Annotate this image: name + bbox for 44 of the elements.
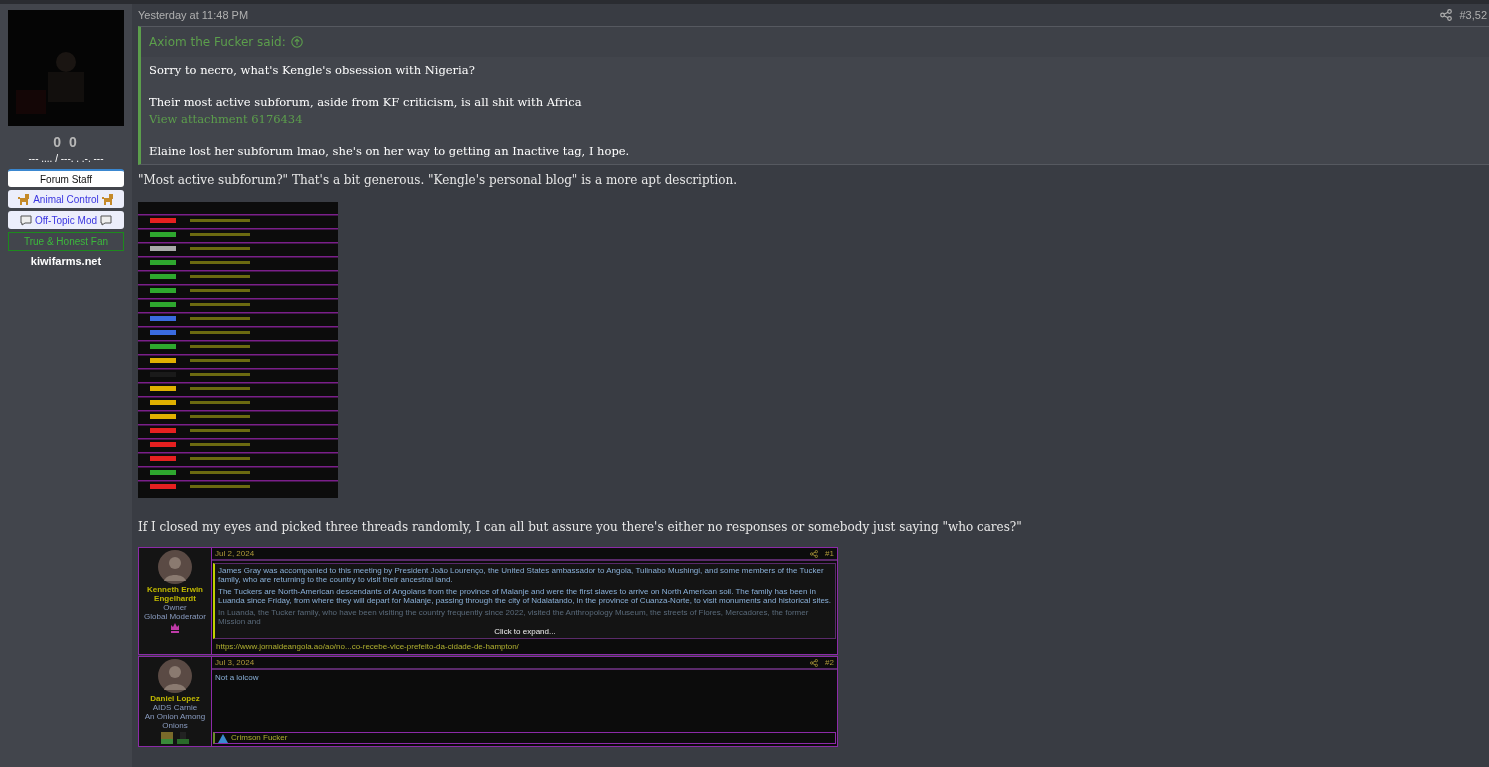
- share-icon[interactable]: [810, 550, 819, 558]
- avatar-icon: [158, 550, 192, 584]
- post-text: Not a lolcow: [215, 673, 260, 682]
- user-title: Global Moderator: [144, 612, 206, 621]
- post-text: If I closed my eyes and picked three threads randomly, I can all but assure you there's either no responses or somebody just saying "who cares?": [138, 519, 1023, 535]
- user-title: Owner: [163, 603, 187, 612]
- quote-text: James Gray was accompanied to this meeting by President João Lourenço, the United States ambassador to Angola, Tulinabo Mushingi, and some members of the Tucker family, who are returning to the country to visit their ancestral land.: [218, 566, 825, 584]
- post-date[interactable]: Jul 2, 2024: [215, 549, 255, 559]
- share-icon[interactable]: [1440, 9, 1453, 21]
- speech-bubble-icon: [19, 214, 32, 226]
- quote-text: Their most active subforum, aside from KF criticism, is all shit with Africa: [149, 94, 583, 111]
- post-date[interactable]: Yesterday at 11:48 PM: [138, 9, 249, 21]
- user-banner: Forum Staff: [8, 169, 124, 187]
- post-number[interactable]: #2: [825, 658, 834, 668]
- share-icon[interactable]: [810, 659, 819, 667]
- crown-icon: [170, 621, 180, 633]
- quote-text: Elaine lost her subforum lmao, she's on her way to getting an Inactive tag, I hope.: [149, 143, 631, 160]
- quote-text: In Luanda, the Tucker family, who have been visiting the country frequently since 2022, visited the Anthropology Museum, the streets of Flores, Mercadores, the former Mission and: [218, 608, 810, 626]
- user-title: --- .... / ---. . .-. ---: [28, 153, 104, 164]
- site-name: kiwifarms.net: [30, 255, 102, 267]
- quote-text: The Tuckers are North-American descendants of Angolans from the province of Malanje and were the first slaves to arrive on North American soil. The family has been in Luanda since Friday, from where they will depart for Malanje, passing through the city of Ndalatando, in the province of Cuanza-Norte, to visit monuments and historical sites.: [218, 587, 832, 605]
- post-date[interactable]: Jul 3, 2024: [215, 658, 255, 668]
- user-stats: 0 0: [53, 134, 79, 150]
- arrow-up-circle-icon: [290, 36, 303, 48]
- post-text: "Most active subforum?" That's a bit generous. "Kengle's personal blog" is a more apt description.: [138, 172, 739, 188]
- dog-icon: [18, 193, 31, 205]
- user-banner: Animal Control: [8, 190, 124, 208]
- user-title: AIDS Carnie: [152, 703, 198, 712]
- username[interactable]: Daniel Lopez: [150, 694, 200, 703]
- user-banner: True & Honest Fan: [8, 232, 124, 251]
- quote-text: Sorry to necro, what's Kengle's obsession with Nigeria?: [149, 62, 476, 79]
- speech-bubble-icon: [100, 214, 113, 226]
- badge-icon: [161, 732, 173, 744]
- post-number[interactable]: #3,52: [1459, 9, 1487, 21]
- post-number[interactable]: #1: [825, 549, 834, 559]
- user-title: An Onion Among Onions: [143, 712, 207, 730]
- expand-link[interactable]: Click to expand...: [218, 627, 832, 636]
- reaction-icon: [218, 733, 228, 743]
- avatar-icon: [158, 659, 192, 693]
- dog-icon: [101, 193, 114, 205]
- reaction-user[interactable]: Crimson Fucker: [231, 733, 288, 743]
- username[interactable]: Kenneth Erwin Engelhardt: [139, 585, 211, 603]
- url-link[interactable]: https://www.jornaldeangola.ao/ao/no...co-recebe-vice-prefeito-da-cidade-de-hampton/: [212, 641, 837, 653]
- user-banner: Off-Topic Mod: [8, 211, 124, 229]
